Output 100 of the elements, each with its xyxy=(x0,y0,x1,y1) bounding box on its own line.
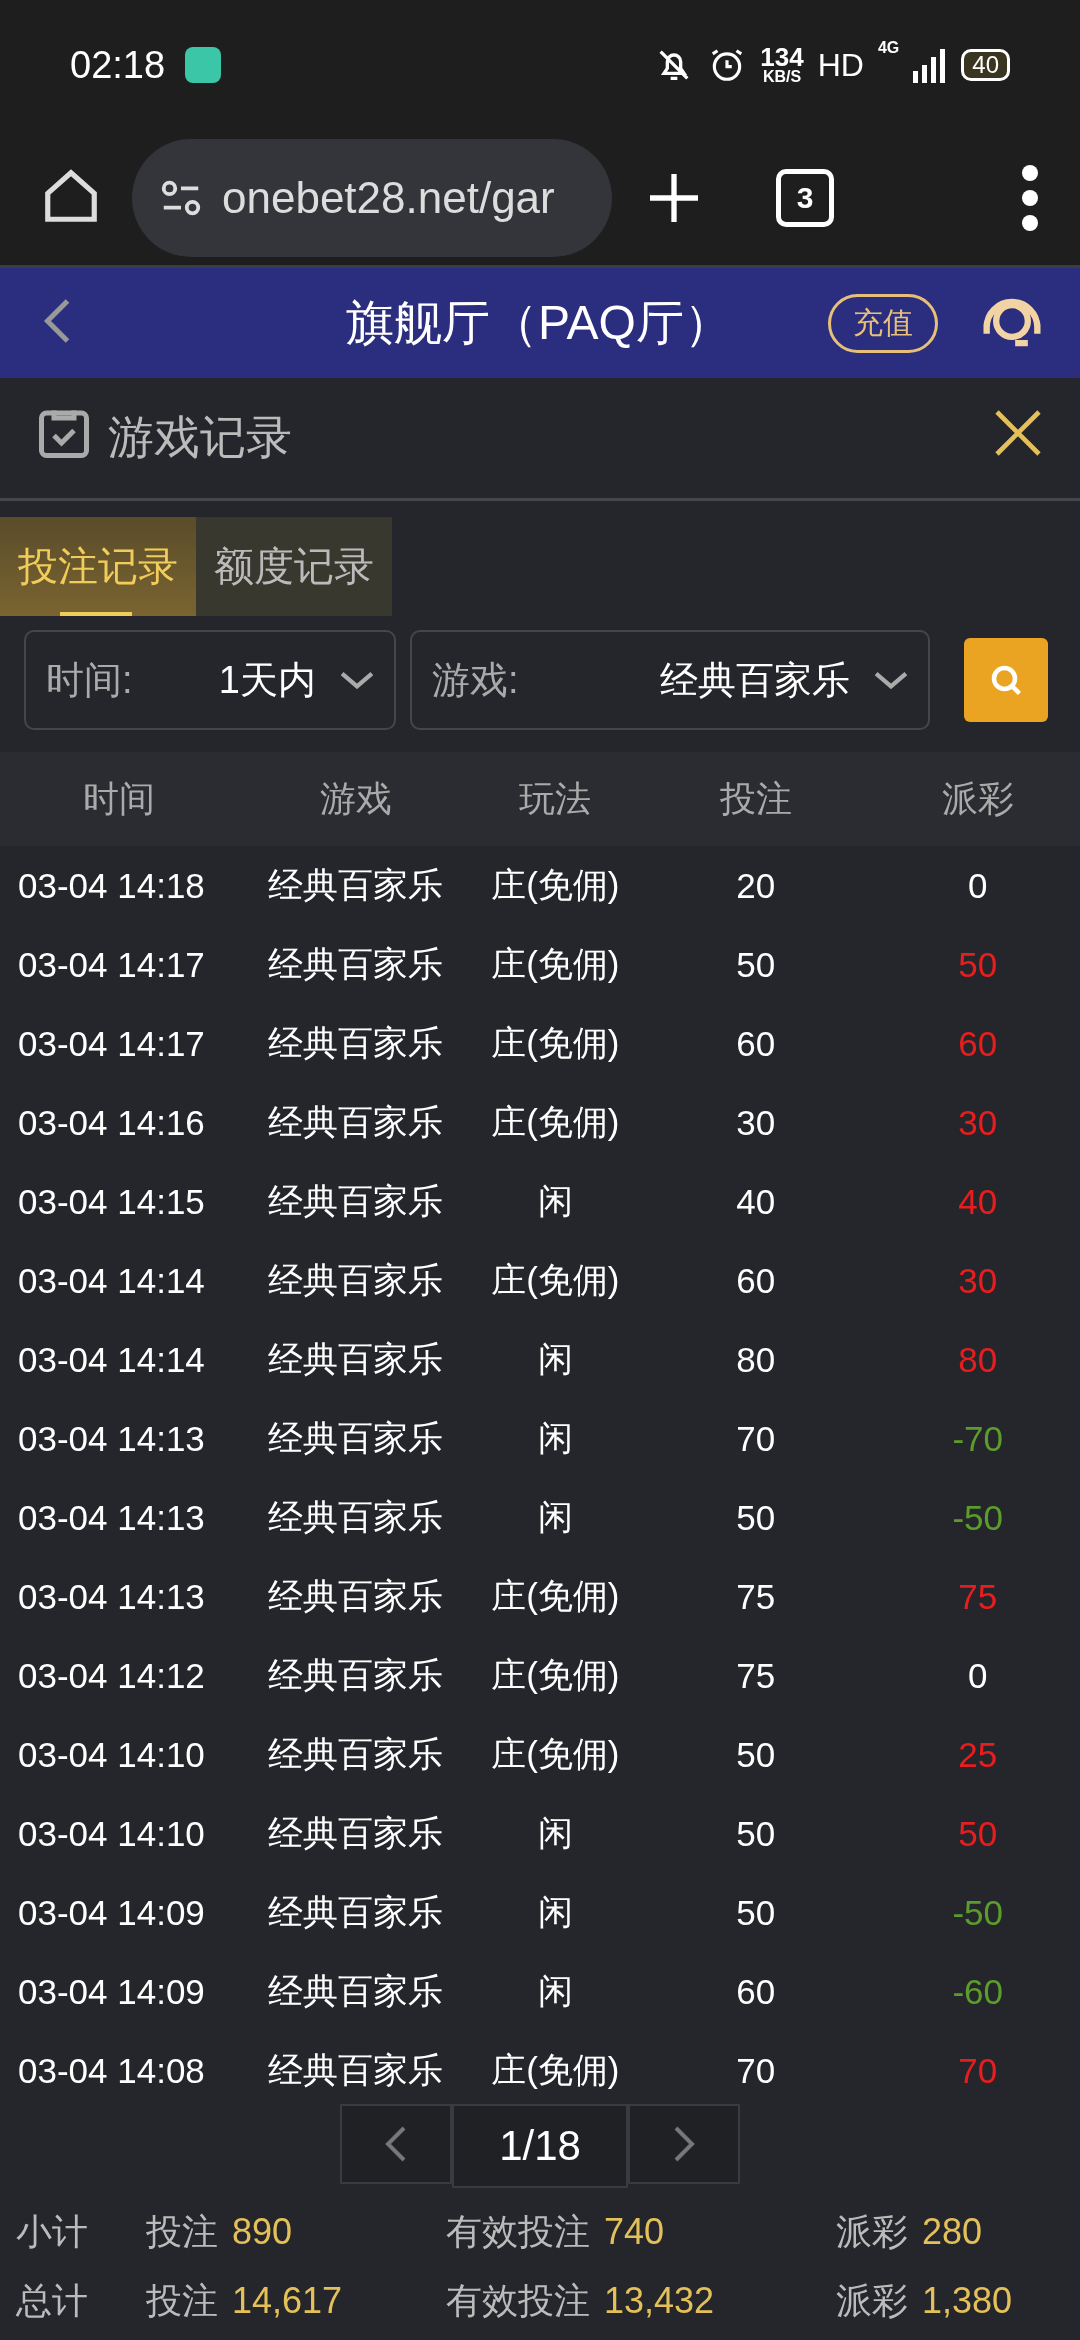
table-cell-text: 经典百家乐 xyxy=(267,1654,445,1696)
table-cell-text: 经典百家乐 xyxy=(267,1891,445,1933)
summary-value: 1,380 xyxy=(922,2280,1013,2321)
summary-label: 有效投注 xyxy=(446,2211,590,2252)
table-cell-text: 03-04 14:13 xyxy=(17,1417,206,1460)
table-cell-text: 闲 xyxy=(536,1180,574,1222)
table-cell-text: 75 xyxy=(957,1575,999,1618)
table-cell-text: 80 xyxy=(735,1338,777,1381)
table-cell-text: 经典百家乐 xyxy=(267,943,445,985)
chevron-right-icon xyxy=(672,2124,696,2164)
summary-label: 派彩 xyxy=(836,2211,908,2252)
table-cell-text: 70 xyxy=(957,2049,999,2092)
table-cell-text: 闲 xyxy=(536,1812,574,1854)
table-cell-text: 60 xyxy=(957,1022,999,1065)
table-cell-text: 60 xyxy=(735,1259,777,1302)
table-cell-text: -50 xyxy=(951,1496,1004,1539)
table-cell-text: 40 xyxy=(957,1180,999,1223)
table-cell-text: 闲 xyxy=(536,1417,574,1459)
table-cell-text: 经典百家乐 xyxy=(267,1575,445,1617)
dropdown[interactable]: 游戏: 经典百家乐 xyxy=(410,630,930,730)
url-bar[interactable]: onebet28.net/gar xyxy=(132,138,612,257)
table-cell-text: 03-04 14:09 xyxy=(17,1970,206,2013)
table-cell-text: 庄(免佣) xyxy=(490,1733,621,1775)
page-title: 旗舰厅（PAQ厅） xyxy=(345,295,733,351)
next-page-button[interactable] xyxy=(628,2104,740,2184)
network-label: 4G xyxy=(877,39,900,57)
app-icon xyxy=(185,47,222,83)
tab[interactable]: 额度记录 xyxy=(196,517,392,616)
panel-title: 游戏记录 xyxy=(108,410,292,465)
speed-unit: KB/S xyxy=(762,69,802,84)
chevron-down-icon xyxy=(340,671,374,689)
previous-page-button[interactable] xyxy=(340,2104,452,2184)
page-indicator: 1/18 xyxy=(452,2104,628,2188)
table-cell-text: 03-04 14:13 xyxy=(17,1496,206,1539)
table-cell-text: 经典百家乐 xyxy=(267,1496,445,1538)
search-button[interactable] xyxy=(964,638,1048,722)
table-cell-text: 30 xyxy=(735,1101,777,1144)
column-header: 玩法 xyxy=(474,752,637,846)
table-cell-text: 庄(免佣) xyxy=(490,1259,621,1301)
table-cell-text: 03-04 14:16 xyxy=(17,1101,206,1144)
table-cell-text: 庄(免佣) xyxy=(490,1101,621,1143)
column-header: 游戏 xyxy=(237,752,475,846)
summary-label: 投注 xyxy=(146,2211,218,2252)
table-cell-text: 03-04 14:15 xyxy=(17,1180,206,1223)
table-cell-text: 50 xyxy=(735,1812,777,1855)
table-cell-text: 70 xyxy=(735,2049,777,2092)
summary-label: 派彩 xyxy=(836,2280,908,2321)
speed-value: 134 xyxy=(760,46,804,70)
hd-label: HD xyxy=(817,46,864,84)
table-cell-text: 03-04 14:10 xyxy=(17,1733,206,1776)
table-cell-text: 60 xyxy=(735,1022,777,1065)
table-cell-text: 03-04 14:08 xyxy=(17,2049,206,2092)
table-cell-text: 经典百家乐 xyxy=(267,1101,445,1143)
table-cell-text: 40 xyxy=(735,1180,777,1223)
table-cell-text: 庄(免佣) xyxy=(490,2049,621,2091)
table-cell-text: 经典百家乐 xyxy=(267,1259,445,1301)
table-cell-text: 经典百家乐 xyxy=(267,2049,445,2091)
table-cell-text: 经典百家乐 xyxy=(267,1812,445,1854)
battery-level: 40 xyxy=(961,49,1010,81)
table-cell: 20 xyxy=(636,846,876,925)
table-cell-text: 70 xyxy=(735,1417,777,1460)
table-cell-text: 30 xyxy=(957,1101,999,1144)
table-cell-text: 03-04 14:17 xyxy=(17,943,206,986)
tab-count[interactable]: 3 xyxy=(776,168,834,227)
table-cell-text: 60 xyxy=(735,1970,777,2013)
summary-label: 小计 xyxy=(16,2210,89,2254)
summary-label: 总计 xyxy=(16,2279,89,2323)
column-header: 投注 xyxy=(636,752,876,846)
table-cell-text: -60 xyxy=(951,1970,1004,2013)
column-header: 时间 xyxy=(0,752,238,846)
chevron-left-icon xyxy=(384,2124,408,2164)
table-cell-text: -50 xyxy=(951,1891,1004,1934)
table-cell-text: -70 xyxy=(951,1417,1004,1460)
clock: 02:18 xyxy=(70,43,166,87)
summary-label: 投注 xyxy=(146,2280,218,2321)
table-cell-text: 03-04 14:14 xyxy=(17,1259,206,1302)
more-icon[interactable] xyxy=(1020,162,1040,233)
table-cell-text: 闲 xyxy=(536,1970,574,2012)
table-cell-text: 50 xyxy=(735,1891,777,1934)
dropdown[interactable]: 时间: 1天内 xyxy=(24,630,396,730)
table-cell-text: 经典百家乐 xyxy=(267,1022,445,1064)
summary-value: 890 xyxy=(232,2211,293,2252)
table-cell-text: 50 xyxy=(735,1496,777,1539)
table-cell-text: 03-04 14:17 xyxy=(17,1022,206,1065)
table-cell: 0 xyxy=(875,846,1080,925)
recharge-button[interactable]: 充值 xyxy=(828,293,938,353)
table-cell-text: 闲 xyxy=(536,1338,574,1380)
tab[interactable]: 投注记录 xyxy=(0,517,196,616)
table-cell: 03-04 14:18 xyxy=(0,846,238,925)
column-header: 派彩 xyxy=(875,752,1080,846)
table-cell-text: 庄(免佣) xyxy=(490,1654,621,1696)
summary-value: 740 xyxy=(604,2211,665,2252)
summary-label: 有效投注 xyxy=(446,2280,590,2321)
table-cell-text: 庄(免佣) xyxy=(490,943,621,985)
table-cell-text: 50 xyxy=(957,1812,999,1855)
table-cell: 经典百家乐 xyxy=(237,846,475,925)
table-cell-text: 30 xyxy=(957,1259,999,1302)
table-cell-text: 经典百家乐 xyxy=(267,1417,445,1459)
signal-icon xyxy=(913,47,948,83)
table-cell-text: 经典百家乐 xyxy=(267,1180,445,1222)
